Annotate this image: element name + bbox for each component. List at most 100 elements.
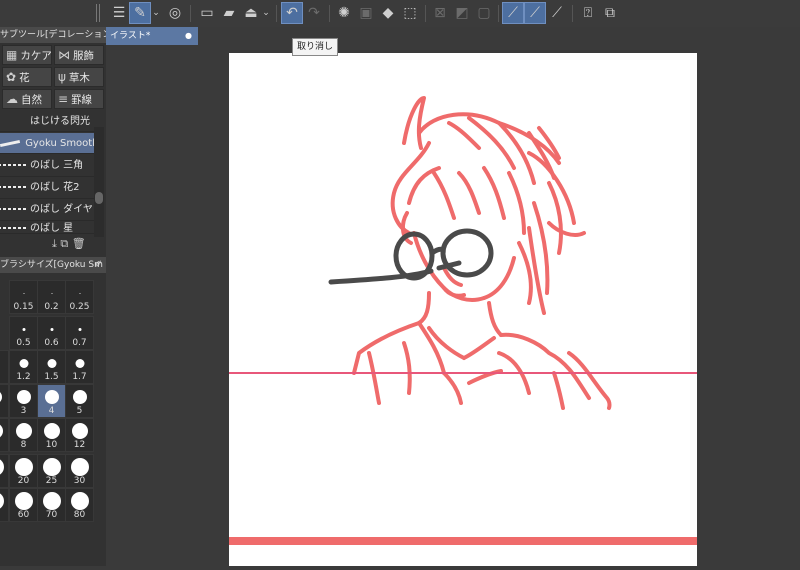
brush-size-preview-dot [19, 358, 28, 368]
brush-size-label: 25 [45, 476, 58, 486]
brush-size-preview-dot [43, 423, 60, 439]
spiral-icon[interactable]: ◎ [164, 2, 186, 24]
brush-size-option[interactable]: 0.6 [37, 316, 66, 350]
brush-size-option[interactable] [0, 454, 9, 488]
brush-size-option[interactable] [0, 350, 9, 384]
sub-tool-panel-title: サブツール[デコレーション] [0, 27, 106, 43]
toolbar-grip[interactable] [96, 4, 102, 22]
invert-selection-icon[interactable]: ◩ [451, 2, 473, 24]
brush-size-option[interactable]: 60 [9, 488, 38, 522]
snap-ruler-icon[interactable]: ⟋ [502, 2, 524, 24]
grass-icon: ψ [58, 70, 66, 84]
ruled-lines-icon: ≡ [58, 92, 69, 106]
category-label: 服飾 [73, 49, 94, 62]
brush-size-preview-dot [0, 423, 3, 439]
help-icon[interactable]: ⍰ [577, 2, 599, 24]
brush-label: のばし 三角 [30, 160, 84, 171]
category-tab[interactable]: ✿ 花 [2, 67, 52, 87]
export-icon[interactable]: ⏏ [240, 2, 262, 24]
brush-size-option[interactable]: 20 [9, 454, 38, 488]
selection-border-icon[interactable]: ▢ [473, 2, 495, 24]
edit-tool-icon[interactable]: ✎ [129, 2, 151, 24]
brush-size-option[interactable]: 0.7 [65, 316, 94, 350]
menu-icon[interactable]: ☰ [108, 2, 130, 24]
trash-icon[interactable]: 🗑 [72, 237, 86, 250]
left-panel: サブツール[デコレーション] ▦ カケア ⋈ 服飾 ✿ 花 ψ 草木 ☁ 自然 … [0, 27, 106, 566]
snap-special-ruler-icon[interactable]: ⟋ [524, 2, 546, 24]
brush-size-label: 60 [17, 510, 30, 520]
brush-size-option[interactable]: 25 [37, 454, 66, 488]
deselect-icon[interactable]: ⊠ [429, 2, 451, 24]
brush-size-option[interactable]: 0.5 [9, 316, 38, 350]
brush-size-option[interactable]: 70 [37, 488, 66, 522]
download-icon[interactable]: ⤓ [52, 237, 57, 250]
brush-size-panel-title: ブラシサイズ[Gyoku Sm ✐ [0, 257, 106, 273]
document-tab[interactable]: イラスト* ● [106, 27, 198, 45]
brush-size-label: 1.5 [44, 372, 59, 382]
brush-size-option[interactable]: 0.15 [9, 280, 38, 314]
brush-size-option[interactable]: 5 [65, 384, 94, 418]
brush-size-selected[interactable]: 4 [37, 384, 66, 418]
close-icon[interactable]: ● [185, 27, 192, 45]
brush-label: はじける閃光 [30, 116, 90, 127]
undo-icon[interactable]: ↶ [281, 2, 303, 24]
loading-icon[interactable]: ✺ [333, 2, 355, 24]
clear-icon[interactable]: ▣ [355, 2, 377, 24]
brush-list-scrollbar[interactable] [94, 127, 104, 237]
brush-size-option[interactable]: 30 [65, 454, 94, 488]
brush-size-title-text: ブラシサイズ[Gyoku Sm [0, 260, 103, 270]
brush-item[interactable]: のばし 星 [0, 221, 94, 234]
brush-item[interactable]: のばし ダイヤ [0, 199, 94, 221]
brush-actions: ⤓ ⧉ 🗑 [52, 237, 86, 251]
brush-label: Gyoku Smooth [25, 138, 94, 149]
category-tab[interactable]: ψ 草木 [54, 67, 104, 87]
brush-size-preview-dot [16, 390, 31, 404]
category-label: 自然 [21, 93, 42, 106]
brush-size-option[interactable]: 8 [9, 418, 38, 452]
brush-size-label: 4 [48, 406, 55, 416]
brush-size-option[interactable]: 10 [37, 418, 66, 452]
new-canvas-icon[interactable]: ▭ [196, 2, 218, 24]
brush-size-preview-dot [23, 292, 24, 294]
brush-size-option[interactable] [0, 418, 9, 452]
brush-size-label: 0.25 [69, 302, 90, 312]
brush-size-preview-dot [15, 423, 32, 439]
brush-size-option[interactable]: 1.2 [9, 350, 38, 384]
category-tab[interactable]: ▦ カケア [2, 45, 52, 65]
brush-size-option[interactable]: 0.25 [65, 280, 94, 314]
drawing-canvas[interactable] [229, 53, 697, 566]
brush-size-option[interactable] [0, 384, 9, 418]
brush-size-option[interactable]: 0.2 [37, 280, 66, 314]
brush-item-selected[interactable]: Gyoku Smooth [0, 133, 94, 154]
redo-icon[interactable]: ↷ [303, 2, 325, 24]
snap-grid-icon[interactable]: ⟋ [546, 2, 568, 24]
brush-size-option[interactable]: 12 [65, 418, 94, 452]
zoom-settings-icon[interactable]: ⧉ [599, 2, 621, 24]
open-folder-icon[interactable]: ▰ [218, 2, 240, 24]
transform-icon[interactable]: ⬚ [399, 2, 421, 24]
chevron-down-icon[interactable]: ⌄ [150, 2, 162, 24]
category-tab[interactable]: ⋈ 服飾 [54, 45, 104, 65]
category-tab[interactable]: ≡ 罫線 [54, 89, 104, 109]
brush-item[interactable]: はじける閃光 [0, 111, 94, 132]
brush-label: のばし 花2 [30, 182, 80, 193]
brush-size-option[interactable] [0, 488, 9, 522]
chevron-down-icon[interactable]: ⌄ [260, 2, 272, 24]
brush-size-option[interactable]: 3 [9, 384, 38, 418]
brush-item[interactable]: のばし 花2 [0, 177, 94, 199]
wrench-icon[interactable]: ✐ [94, 257, 102, 273]
brush-item[interactable]: のばし 三角 [0, 155, 94, 177]
brush-size-preview-dot [72, 390, 87, 404]
fill-icon[interactable]: ◆ [377, 2, 399, 24]
brush-size-preview-dot [47, 358, 56, 368]
brush-size-label: 3 [20, 406, 27, 416]
brush-size-label: 12 [73, 440, 86, 450]
category-label: カケア [20, 49, 52, 62]
category-tab[interactable]: ☁ 自然 [2, 89, 52, 109]
brush-size-option[interactable]: 1.7 [65, 350, 94, 384]
brush-size-option[interactable]: 1.5 [37, 350, 66, 384]
duplicate-icon[interactable]: ⧉ [60, 237, 68, 250]
brush-size-option[interactable]: 80 [65, 488, 94, 522]
brush-size-preview-dot [70, 458, 89, 476]
brush-size-label: 0.6 [44, 338, 59, 348]
